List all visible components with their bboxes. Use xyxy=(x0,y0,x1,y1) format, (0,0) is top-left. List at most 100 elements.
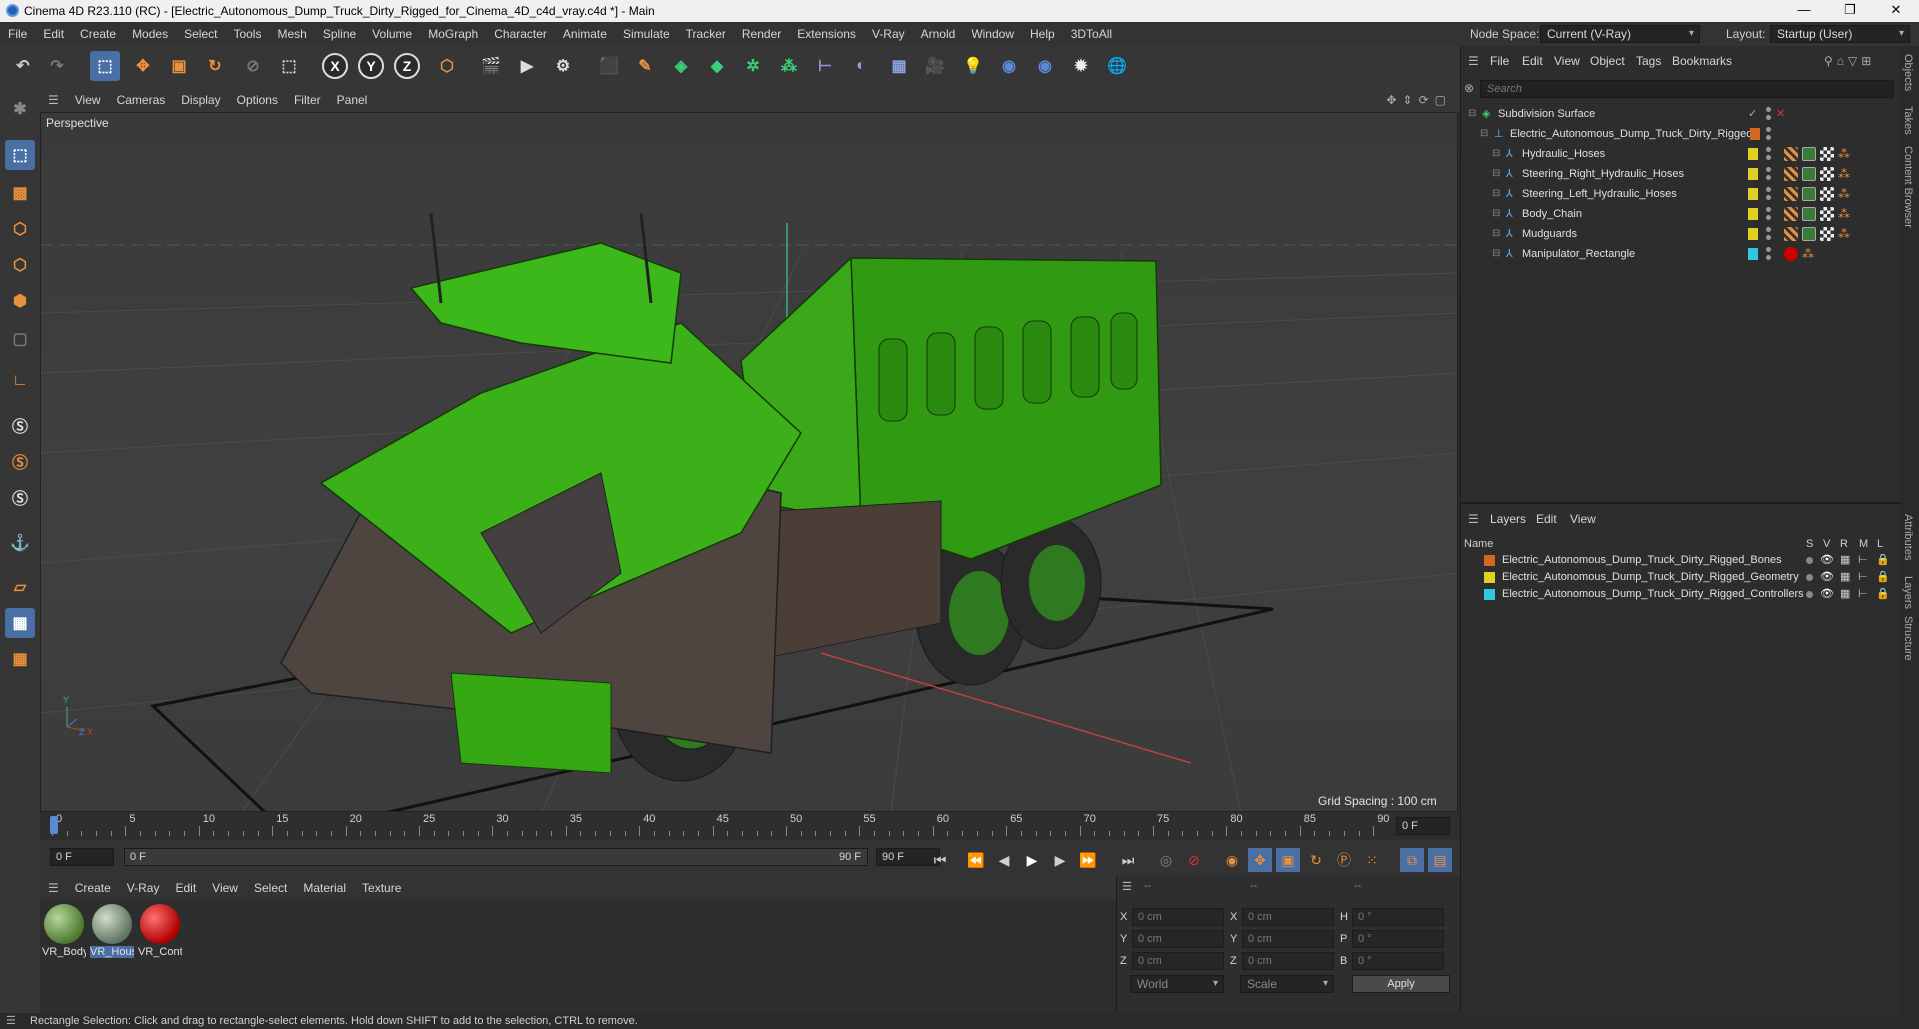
visibility-dots[interactable] xyxy=(1766,207,1771,221)
solo-dot-icon[interactable] xyxy=(1806,557,1813,564)
visibility-dots[interactable] xyxy=(1766,187,1771,201)
layer-menu-layers[interactable]: Layers xyxy=(1490,512,1526,526)
mograph-icon[interactable]: ⁂ xyxy=(774,51,804,81)
grid-workplane-icon[interactable]: ▦ xyxy=(5,608,35,638)
play-icon[interactable]: ▶ xyxy=(1020,848,1044,872)
key-scale-icon[interactable]: ▣ xyxy=(1276,848,1300,872)
constraint-tag-icon[interactable]: ⁂ xyxy=(1802,247,1816,261)
auto-key-icon[interactable]: ⊘ xyxy=(1182,848,1206,872)
undo-icon[interactable]: ↶ xyxy=(8,51,38,81)
film-strip-icon[interactable]: ▤ xyxy=(1428,848,1452,872)
menu-3dtoall[interactable]: 3DToAll xyxy=(1063,27,1120,41)
lock-icon[interactable]: 🔒 xyxy=(1876,569,1890,586)
size-z-field[interactable]: 0 cm xyxy=(1242,952,1334,970)
viewport-nav-icons[interactable]: ✥⇕⟳▢ xyxy=(1378,93,1460,107)
menu-simulate[interactable]: Simulate xyxy=(615,27,678,41)
current-frame-field[interactable]: 0 F xyxy=(1396,817,1450,835)
texture-tag-icon[interactable] xyxy=(1820,187,1834,201)
snap-grid-icon[interactable]: Ⓢ xyxy=(5,482,35,512)
layer-row[interactable]: Electric_Autonomous_Dump_Truck_Dirty_Rig… xyxy=(1462,552,1900,569)
frame-range-slider[interactable]: 0 F 90 F xyxy=(124,848,868,866)
coord-scale-select[interactable]: Scale xyxy=(1240,975,1334,993)
solo-dot-icon[interactable] xyxy=(1806,574,1813,581)
layer-menu-edit[interactable]: Edit xyxy=(1536,512,1557,526)
globe-icon[interactable]: 🌐 xyxy=(1102,51,1132,81)
menu-select[interactable]: Select xyxy=(176,27,225,41)
layout-select[interactable]: Startup (User) xyxy=(1770,25,1910,43)
menu-edit[interactable]: Edit xyxy=(35,27,72,41)
solo-dot-icon[interactable] xyxy=(1806,591,1813,598)
constraint-tag-icon[interactable]: ⁂ xyxy=(1838,207,1852,221)
next-key-icon[interactable]: ⏩ xyxy=(1076,848,1100,872)
expand-icon[interactable]: ⊟ xyxy=(1492,184,1500,204)
points-mode-icon[interactable]: ⬡ xyxy=(5,214,35,244)
layer-row[interactable]: Electric_Autonomous_Dump_Truck_Dirty_Rig… xyxy=(1462,569,1900,586)
start-frame-field[interactable]: 0 F xyxy=(50,848,114,866)
make-editable-icon[interactable]: ✱ xyxy=(5,94,35,124)
scale-tool-icon[interactable]: ▣ xyxy=(164,51,194,81)
object-row[interactable]: ⊟ ⅄ Body_Chain ⁂ xyxy=(1462,204,1900,224)
eye-icon[interactable]: 👁 xyxy=(1820,586,1834,603)
redo-icon[interactable]: ↷ xyxy=(42,51,72,81)
camera-icon[interactable]: 🎥 xyxy=(920,51,950,81)
cube-icon[interactable]: ⬛ xyxy=(594,51,624,81)
material-menu-texture[interactable]: Texture xyxy=(354,881,409,895)
texture-tag-icon[interactable] xyxy=(1820,207,1834,221)
maximize-button[interactable]: ❐ xyxy=(1827,0,1873,22)
status-menu-icon[interactable]: ☰ xyxy=(6,1013,16,1029)
3d-viewport[interactable]: Y X Z xyxy=(40,112,1458,812)
constraint-tag-icon[interactable]: ⁂ xyxy=(1838,187,1852,201)
menu-tracker[interactable]: Tracker xyxy=(678,27,734,41)
field-icon[interactable]: ◐ xyxy=(846,51,876,81)
vray-tag-icon[interactable] xyxy=(1802,187,1816,201)
menu-extensions[interactable]: Extensions xyxy=(789,27,864,41)
vray-tag-icon[interactable] xyxy=(1802,207,1816,221)
menu-window[interactable]: Window xyxy=(963,27,1022,41)
object-row[interactable]: ⊟ ⅄ Steering_Right_Hydraulic_Hoses ⁂ xyxy=(1462,164,1900,184)
object-row[interactable]: ⊟ ⅄ Mudguards ⁂ xyxy=(1462,224,1900,244)
layer-color-swatch[interactable] xyxy=(1750,128,1760,140)
timeline-playhead[interactable] xyxy=(50,816,58,834)
tab-takes[interactable]: Takes xyxy=(1902,106,1914,135)
position-y-field[interactable]: 0 cm xyxy=(1132,930,1224,948)
vray-tag-icon[interactable] xyxy=(1802,227,1816,241)
constraint-tag-icon[interactable]: ⁂ xyxy=(1838,227,1852,241)
menu-animate[interactable]: Animate xyxy=(555,27,615,41)
ik-tag-icon[interactable] xyxy=(1784,227,1798,241)
viewport-menu-display[interactable]: Display xyxy=(173,93,228,107)
minimize-button[interactable]: — xyxy=(1781,0,1827,22)
menu-vray[interactable]: V-Ray xyxy=(864,27,913,41)
viewport-menu-icon[interactable]: ☰ xyxy=(40,93,67,107)
material-menu-create[interactable]: Create xyxy=(67,881,119,895)
go-to-end-icon[interactable]: ⏭ xyxy=(1116,848,1140,872)
eye-icon[interactable]: 👁 xyxy=(1820,552,1834,569)
tab-structure[interactable]: Structure xyxy=(1902,616,1914,661)
next-frame-icon[interactable]: ▶ xyxy=(1048,848,1072,872)
object-row[interactable]: ⊟ ⅄ Hydraulic_Hoses ⁂ xyxy=(1462,144,1900,164)
expand-icon[interactable]: ⊟ xyxy=(1492,204,1500,224)
material-menu-vray[interactable]: V-Ray xyxy=(119,881,168,895)
texture-tag-icon[interactable] xyxy=(1820,227,1834,241)
position-x-field[interactable]: 0 cm xyxy=(1132,908,1224,926)
key-rotation-icon[interactable]: ↻ xyxy=(1304,848,1328,872)
rotation-p-field[interactable]: 0 ° xyxy=(1352,930,1444,948)
timeline-ruler[interactable]: 0 5 10 15 20 25 30 35 40 45 50 55 60 65 70 75 80 85 90 0 F xyxy=(40,812,1460,840)
node-space-select[interactable]: Current (V-Ray) xyxy=(1540,25,1700,43)
snap-icon[interactable]: Ⓢ xyxy=(5,410,35,440)
size-x-field[interactable]: 0 cm xyxy=(1242,908,1334,926)
render-clapper-icon[interactable]: ▦ xyxy=(1840,586,1850,603)
tab-content-browser[interactable]: Content Browser xyxy=(1902,146,1914,228)
ik-tag-icon[interactable] xyxy=(1784,187,1798,201)
menu-mograph[interactable]: MoGraph xyxy=(420,27,486,41)
previous-key-icon[interactable]: ⏪ xyxy=(964,848,988,872)
object-menu-view[interactable]: View xyxy=(1554,54,1580,68)
visibility-dots[interactable] xyxy=(1766,227,1771,241)
lock-icon[interactable]: 🔒 xyxy=(1876,586,1890,603)
material-swatch[interactable]: VR_Hous xyxy=(90,904,134,958)
material-menu-icon[interactable]: ☰ xyxy=(40,881,67,895)
python-icon[interactable]: ◉ xyxy=(994,51,1024,81)
select-tool-icon[interactable]: ⬚ xyxy=(90,51,120,81)
uv-mode-icon[interactable]: ▢ xyxy=(5,324,35,354)
position-z-field[interactable]: 0 cm xyxy=(1132,952,1224,970)
tab-objects[interactable]: Objects xyxy=(1902,54,1914,91)
